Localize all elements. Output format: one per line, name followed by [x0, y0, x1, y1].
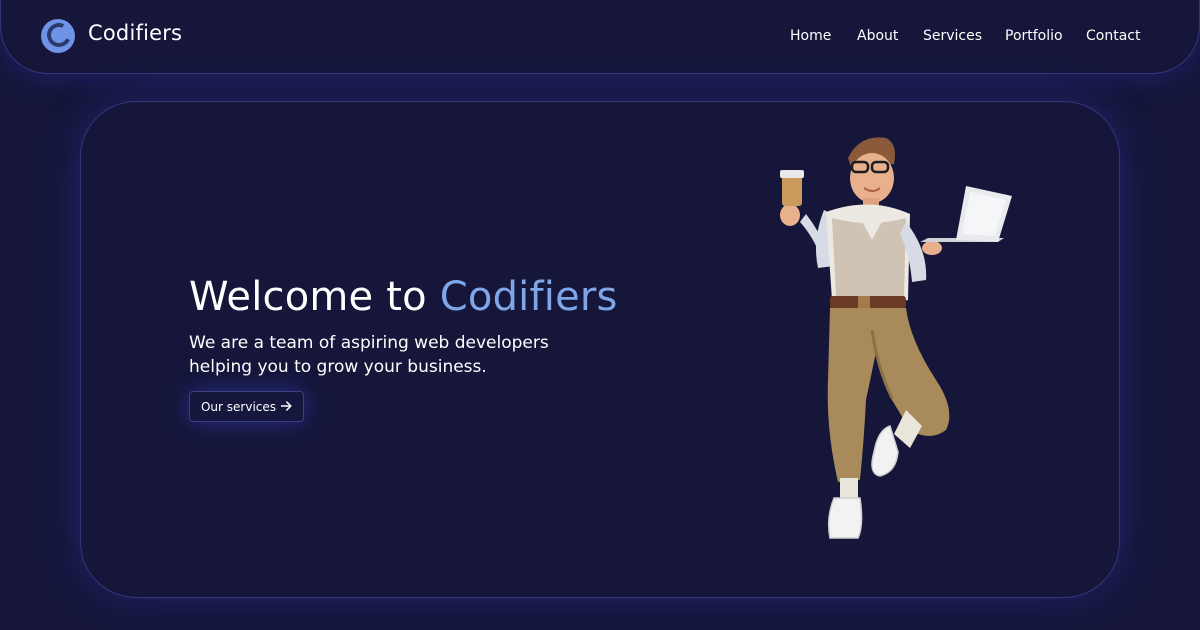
hero-title-prefix: Welcome to — [189, 274, 440, 320]
hero-title: Welcome to Codifiers — [189, 274, 618, 320]
hero-subtitle-line-1: We are a team of aspiring web developers — [189, 333, 549, 353]
developer-illustration — [780, 137, 1012, 539]
nav-home[interactable]: Home — [790, 28, 831, 44]
nav-about[interactable]: About — [857, 28, 898, 44]
nav-contact[interactable]: Contact — [1086, 28, 1140, 44]
top-navbar: Codifiers Home About Services Portfolio … — [0, 0, 1200, 74]
hero-title-accent: Codifiers — [439, 274, 618, 320]
nav-services[interactable]: Services — [923, 28, 982, 44]
brand-name[interactable]: Codifiers — [88, 21, 182, 45]
arrow-right-icon — [280, 400, 292, 414]
nav-portfolio[interactable]: Portfolio — [1005, 28, 1063, 44]
our-services-label: Our services — [200, 399, 277, 414]
hero-subtitle: We are a team of aspiring web developers… — [189, 331, 609, 379]
codifiers-logo-icon[interactable] — [41, 19, 75, 53]
hero-subtitle-line-2: helping you to grow your business. — [189, 357, 487, 377]
our-services-button[interactable]: Our services — [189, 391, 304, 422]
